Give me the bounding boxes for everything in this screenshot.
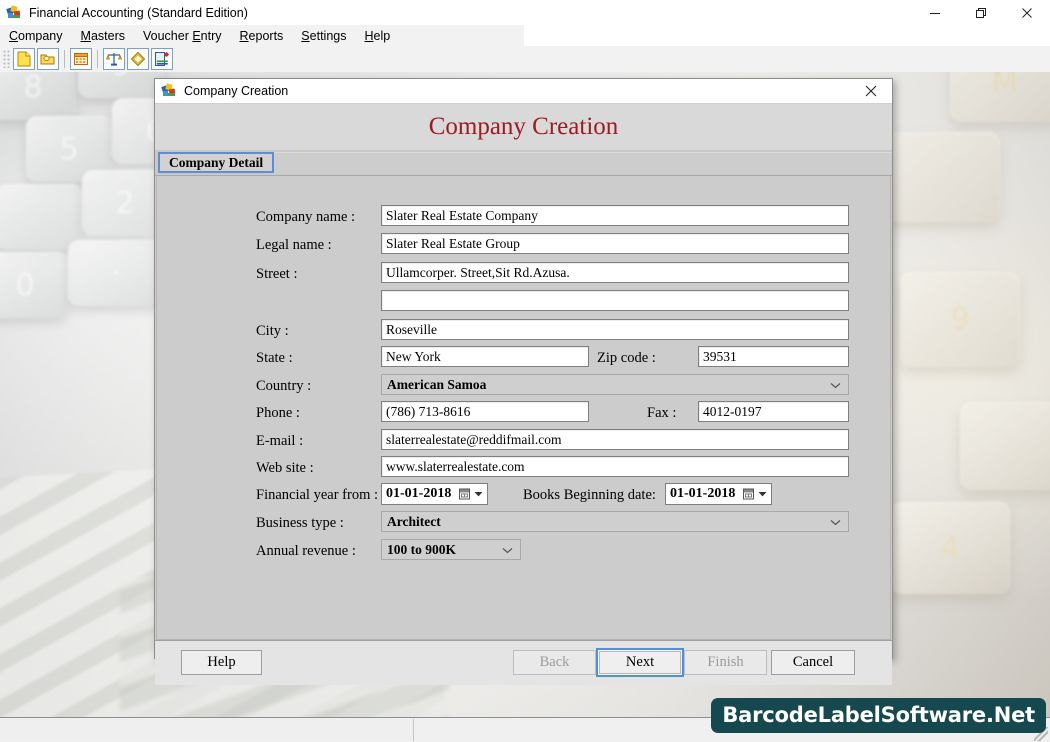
input-state[interactable]: New York	[381, 346, 589, 367]
input-street[interactable]: Ullamcorper. Street,Sit Rd.Azusa.	[381, 262, 849, 283]
form-panel: Company name : Slater Real Estate Compan…	[156, 176, 891, 640]
reports-icon[interactable]	[151, 48, 173, 70]
calendar-icon	[743, 488, 754, 500]
input-city[interactable]: Roseville	[381, 319, 849, 340]
watermark-badge: BarcodeLabelSoftware.Net	[711, 698, 1046, 733]
tab-strip-filler	[264, 152, 892, 174]
window-controls	[912, 0, 1050, 25]
menu-settings[interactable]: Settings	[292, 27, 355, 45]
label-city: City :	[256, 322, 289, 339]
menu-company[interactable]: CCompanyompany	[0, 27, 72, 45]
label-zip-code: Zip code :	[597, 349, 656, 366]
label-street: Street :	[256, 265, 298, 282]
calendar-icon	[459, 488, 470, 500]
menu-voucher-entry[interactable]: Voucher Entry	[134, 27, 231, 45]
select-country-value: American Samoa	[387, 376, 487, 392]
input-legal-name[interactable]: Slater Real Estate Group	[381, 233, 849, 254]
ledger-icon[interactable]	[127, 48, 149, 70]
next-button[interactable]: Next	[596, 648, 684, 677]
chevron-down-icon	[830, 377, 841, 393]
datepicker-books-beginning-date-value: 01-01-2018	[670, 486, 736, 501]
menubar: CCompanyompany Masters Voucher Entry Rep…	[0, 25, 524, 46]
chevron-down-icon	[758, 486, 767, 502]
label-country: Country :	[256, 377, 312, 394]
dialog-close-icon[interactable]	[850, 79, 892, 103]
maximize-restore-button[interactable]	[958, 0, 1004, 25]
chevron-down-icon	[830, 514, 841, 530]
input-fax[interactable]: 4012-0197	[698, 401, 849, 422]
open-company-icon[interactable]	[37, 48, 59, 70]
app-puzzle-icon	[6, 4, 22, 21]
toolbar	[0, 46, 1050, 73]
label-annual-revenue: Annual revenue :	[256, 542, 356, 559]
select-business-type[interactable]: Architect	[381, 511, 849, 532]
close-button[interactable]	[1004, 0, 1050, 25]
minimize-button[interactable]	[912, 0, 958, 25]
chevron-down-icon	[502, 542, 513, 558]
new-company-icon[interactable]	[13, 48, 35, 70]
status-bar-pane	[0, 719, 414, 741]
label-company-name: Company name :	[256, 208, 356, 225]
menu-reports[interactable]: Reports	[231, 27, 293, 45]
datepicker-financial-year-from-value: 01-01-2018	[386, 486, 452, 501]
help-button[interactable]: Help	[181, 650, 262, 675]
label-website: Web site :	[256, 459, 314, 476]
select-annual-revenue[interactable]: 100 to 900K	[381, 539, 521, 560]
label-business-type: Business type :	[256, 514, 344, 531]
toolbar-separator	[64, 50, 65, 68]
dialog-footer: Help Back Next Finish Cancel	[155, 640, 892, 685]
menubar-filler	[524, 25, 1050, 46]
dialog-app-icon	[161, 83, 177, 99]
finish-button[interactable]: Finish	[684, 650, 767, 675]
chevron-down-icon	[474, 486, 483, 502]
tab-company-detail[interactable]: Company Detail	[158, 152, 275, 173]
label-email: E-mail :	[256, 432, 304, 449]
datepicker-books-beginning-date[interactable]: 01-01-2018	[665, 483, 772, 505]
application-window: Financial Accounting (Standard Edition) …	[0, 0, 1050, 742]
input-phone[interactable]: (786) 713-8616	[381, 401, 589, 422]
toolbar-grip[interactable]	[3, 50, 10, 68]
company-creation-dialog: Company Creation Company Creation Compan…	[154, 78, 893, 685]
menu-masters[interactable]: Masters	[72, 27, 134, 45]
label-state: State :	[256, 349, 293, 366]
calendar-icon[interactable]	[70, 48, 92, 70]
back-button[interactable]: Back	[513, 650, 596, 675]
label-books-beginning-date: Books Beginning date:	[523, 486, 656, 503]
label-fax: Fax :	[647, 404, 677, 421]
select-annual-revenue-value: 100 to 900K	[387, 541, 456, 557]
input-company-name[interactable]: Slater Real Estate Company	[381, 205, 849, 226]
page-title: Company Creation	[428, 113, 619, 140]
input-website[interactable]: www.slaterrealestate.com	[381, 456, 849, 477]
input-zip-code[interactable]: 39531	[698, 346, 849, 367]
dialog-title-text: Company Creation	[184, 84, 289, 98]
label-legal-name: Legal name :	[256, 236, 332, 253]
label-phone: Phone :	[256, 404, 300, 421]
toolbar-separator	[97, 50, 98, 68]
window-title: Financial Accounting (Standard Edition)	[29, 5, 248, 20]
window-titlebar: Financial Accounting (Standard Edition)	[0, 0, 1050, 25]
balance-scale-icon[interactable]	[103, 48, 125, 70]
cancel-button[interactable]: Cancel	[771, 650, 855, 675]
input-street-line2[interactable]	[381, 290, 849, 311]
label-financial-year-from: Financial year from :	[256, 486, 378, 503]
select-business-type-value: Architect	[387, 513, 441, 529]
next-button-inner: Next	[599, 651, 681, 674]
datepicker-financial-year-from[interactable]: 01-01-2018	[381, 483, 488, 505]
dialog-titlebar: Company Creation	[155, 79, 892, 104]
input-email[interactable]: slaterrealestate@reddifmail.com	[381, 429, 849, 450]
menu-help[interactable]: Help	[355, 27, 399, 45]
dialog-heading-bar: Company Creation	[155, 104, 892, 151]
select-country[interactable]: American Samoa	[381, 374, 849, 395]
tab-strip: Company Detail	[155, 151, 892, 176]
